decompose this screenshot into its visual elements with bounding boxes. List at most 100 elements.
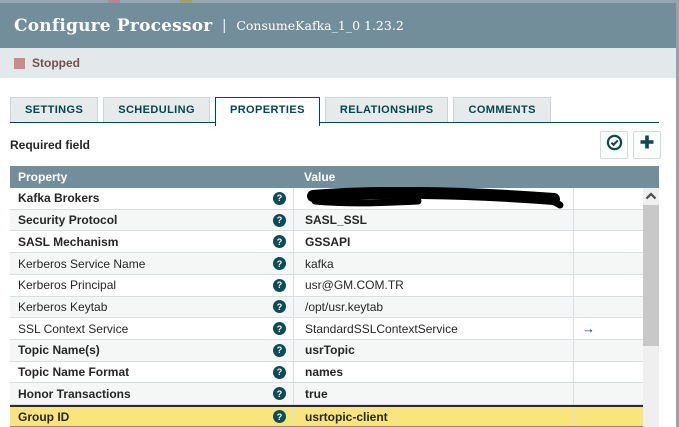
properties-table-body: Kafka Brokers? Security Protocol? SASL_SSL… — [10, 187, 643, 427]
property-value-cell[interactable]: kafka — [293, 253, 573, 274]
title-separator: | — [222, 17, 227, 34]
property-name: Topic Name Format — [18, 365, 130, 380]
canvas-background-strip — [0, 0, 679, 3]
vertical-scrollbar[interactable] — [643, 188, 659, 427]
property-name: SSL Context Service — [18, 321, 129, 336]
property-value-cell[interactable]: usrTopic — [293, 340, 573, 361]
canvas-component-peek — [108, 0, 120, 3]
goto-cell: → — [573, 318, 643, 340]
property-name-cell: Kerberos Principal? — [10, 275, 293, 296]
question-circle-icon[interactable]: ? — [273, 343, 286, 357]
question-circle-icon[interactable]: ? — [273, 300, 286, 314]
property-name: Kerberos Service Name — [18, 256, 146, 271]
table-row[interactable]: Topic Name Format? names — [10, 361, 643, 384]
tab-settings[interactable]: SETTINGS — [10, 97, 99, 122]
property-value-cell[interactable]: /opt/usr.keytab — [293, 296, 573, 318]
goto-cell — [573, 407, 643, 426]
property-value[interactable]: true — [305, 387, 328, 401]
question-circle-icon[interactable]: ? — [273, 387, 286, 401]
processor-name-version: ConsumeKafka_1_0 1.23.2 — [236, 18, 404, 33]
question-circle-icon[interactable]: ? — [273, 410, 286, 424]
tab-bar: SETTINGS SCHEDULING PROPERTIES RELATIONSHIP… — [10, 97, 659, 126]
required-field-label: Required field — [10, 137, 91, 152]
property-name-cell: Honor Transactions? — [10, 383, 293, 404]
property-name-cell: Kafka Brokers? — [10, 188, 293, 209]
property-value[interactable]: usrtopic-client — [305, 410, 388, 424]
question-circle-icon[interactable]: ? — [273, 322, 286, 336]
question-circle-icon[interactable]: ? — [273, 191, 286, 205]
column-header-value: Value — [304, 170, 336, 184]
table-row[interactable]: SSL Context Service? StandardSSLContextSe… — [10, 318, 643, 341]
tab-comments[interactable]: COMMENTS — [453, 97, 551, 122]
question-circle-icon[interactable]: ? — [273, 278, 286, 292]
table-row[interactable]: Honor Transactions? true — [10, 383, 643, 406]
goto-cell — [573, 209, 643, 231]
table-row[interactable]: Kerberos Principal? usr@GM.COM.TR — [10, 274, 643, 297]
canvas-component-peek — [180, 0, 192, 3]
tab-relationships[interactable]: RELATIONSHIPS — [324, 97, 449, 122]
check-circle-icon — [606, 134, 623, 156]
property-value-cell[interactable]: SASL_SSL — [293, 209, 573, 231]
goto-cell — [573, 231, 643, 253]
property-name-cell: Topic Name(s)? — [10, 340, 293, 361]
properties-table: Property Value Kafka Brokers? Security Pr… — [10, 166, 659, 427]
tab-properties[interactable]: PROPERTIES — [214, 97, 320, 126]
property-name: SASL Mechanism — [18, 234, 119, 249]
property-value-cell[interactable]: usrtopic-client — [293, 407, 573, 426]
table-row[interactable]: Topic Name(s)? usrTopic — [10, 340, 643, 362]
property-value[interactable]: /opt/usr.keytab — [305, 300, 383, 314]
table-row[interactable]: Security Protocol? SASL_SSL — [10, 209, 643, 232]
property-name: Topic Name(s) — [18, 343, 100, 358]
goto-cell — [573, 188, 643, 209]
goto-cell — [573, 361, 643, 383]
question-circle-icon[interactable]: ? — [273, 213, 286, 227]
table-header-row: Property Value — [10, 166, 659, 188]
stopped-square-icon — [14, 57, 25, 69]
property-value[interactable]: names — [305, 365, 343, 379]
property-name-cell: Group ID? — [10, 407, 293, 426]
question-circle-icon[interactable]: ? — [273, 257, 286, 271]
toolbar-buttons — [600, 130, 661, 159]
property-name: Kerberos Keytab — [18, 299, 108, 314]
property-value[interactable]: kafka — [305, 257, 334, 271]
goto-cell — [573, 296, 643, 318]
table-row[interactable]: Kerberos Service Name? kafka — [10, 253, 643, 275]
table-row[interactable]: SASL Mechanism? GSSAPI — [10, 231, 643, 254]
property-value[interactable]: SASL_SSL — [305, 213, 367, 227]
goto-cell — [573, 340, 643, 361]
property-value-cell[interactable] — [293, 187, 573, 209]
dialog-title: Configure Processor — [14, 15, 213, 36]
property-name: Honor Transactions — [18, 386, 131, 401]
property-name-cell: SASL Mechanism? — [10, 231, 293, 252]
scroll-up-button[interactable] — [643, 188, 659, 204]
dialog-header: Configure Processor | ConsumeKafka_1_0 1… — [0, 3, 677, 48]
property-name-cell: Topic Name Format? — [10, 362, 293, 383]
property-value-cell[interactable]: usr@GM.COM.TR — [293, 274, 573, 296]
table-row[interactable]: Kerberos Keytab? /opt/usr.keytab — [10, 296, 643, 319]
verify-properties-button[interactable] — [600, 130, 628, 159]
question-circle-icon[interactable]: ? — [273, 365, 286, 379]
property-value-cell[interactable]: true — [293, 383, 573, 405]
goto-cell — [573, 274, 643, 296]
property-name: Kerberos Principal — [18, 278, 117, 293]
property-name-cell: Kerberos Keytab? — [10, 297, 293, 318]
property-value-cell[interactable]: GSSAPI — [293, 231, 573, 253]
goto-service-arrow-icon[interactable]: → — [582, 321, 595, 336]
black-scribble-redaction — [307, 187, 564, 209]
property-name: Kafka Brokers — [18, 191, 100, 206]
property-value[interactable]: StandardSSLContextService — [305, 322, 458, 336]
table-row[interactable]: Group ID? usrtopic-client — [10, 405, 643, 427]
scrollbar-thumb[interactable] — [643, 205, 659, 346]
question-circle-icon[interactable]: ? — [273, 235, 286, 249]
property-name-cell: Kerberos Service Name? — [10, 253, 293, 274]
property-name: Security Protocol — [18, 213, 118, 228]
property-value[interactable]: GSSAPI — [305, 235, 350, 249]
property-value-cell[interactable]: names — [293, 361, 573, 383]
property-name-cell: Security Protocol? — [10, 210, 293, 231]
property-value[interactable]: usrTopic — [305, 343, 355, 357]
tab-scheduling[interactable]: SCHEDULING — [103, 97, 210, 122]
property-value[interactable]: usr@GM.COM.TR — [305, 278, 404, 292]
table-row[interactable]: Kafka Brokers? — [10, 187, 643, 210]
property-value-cell[interactable]: StandardSSLContextService — [293, 318, 573, 340]
add-property-button[interactable] — [633, 130, 661, 159]
